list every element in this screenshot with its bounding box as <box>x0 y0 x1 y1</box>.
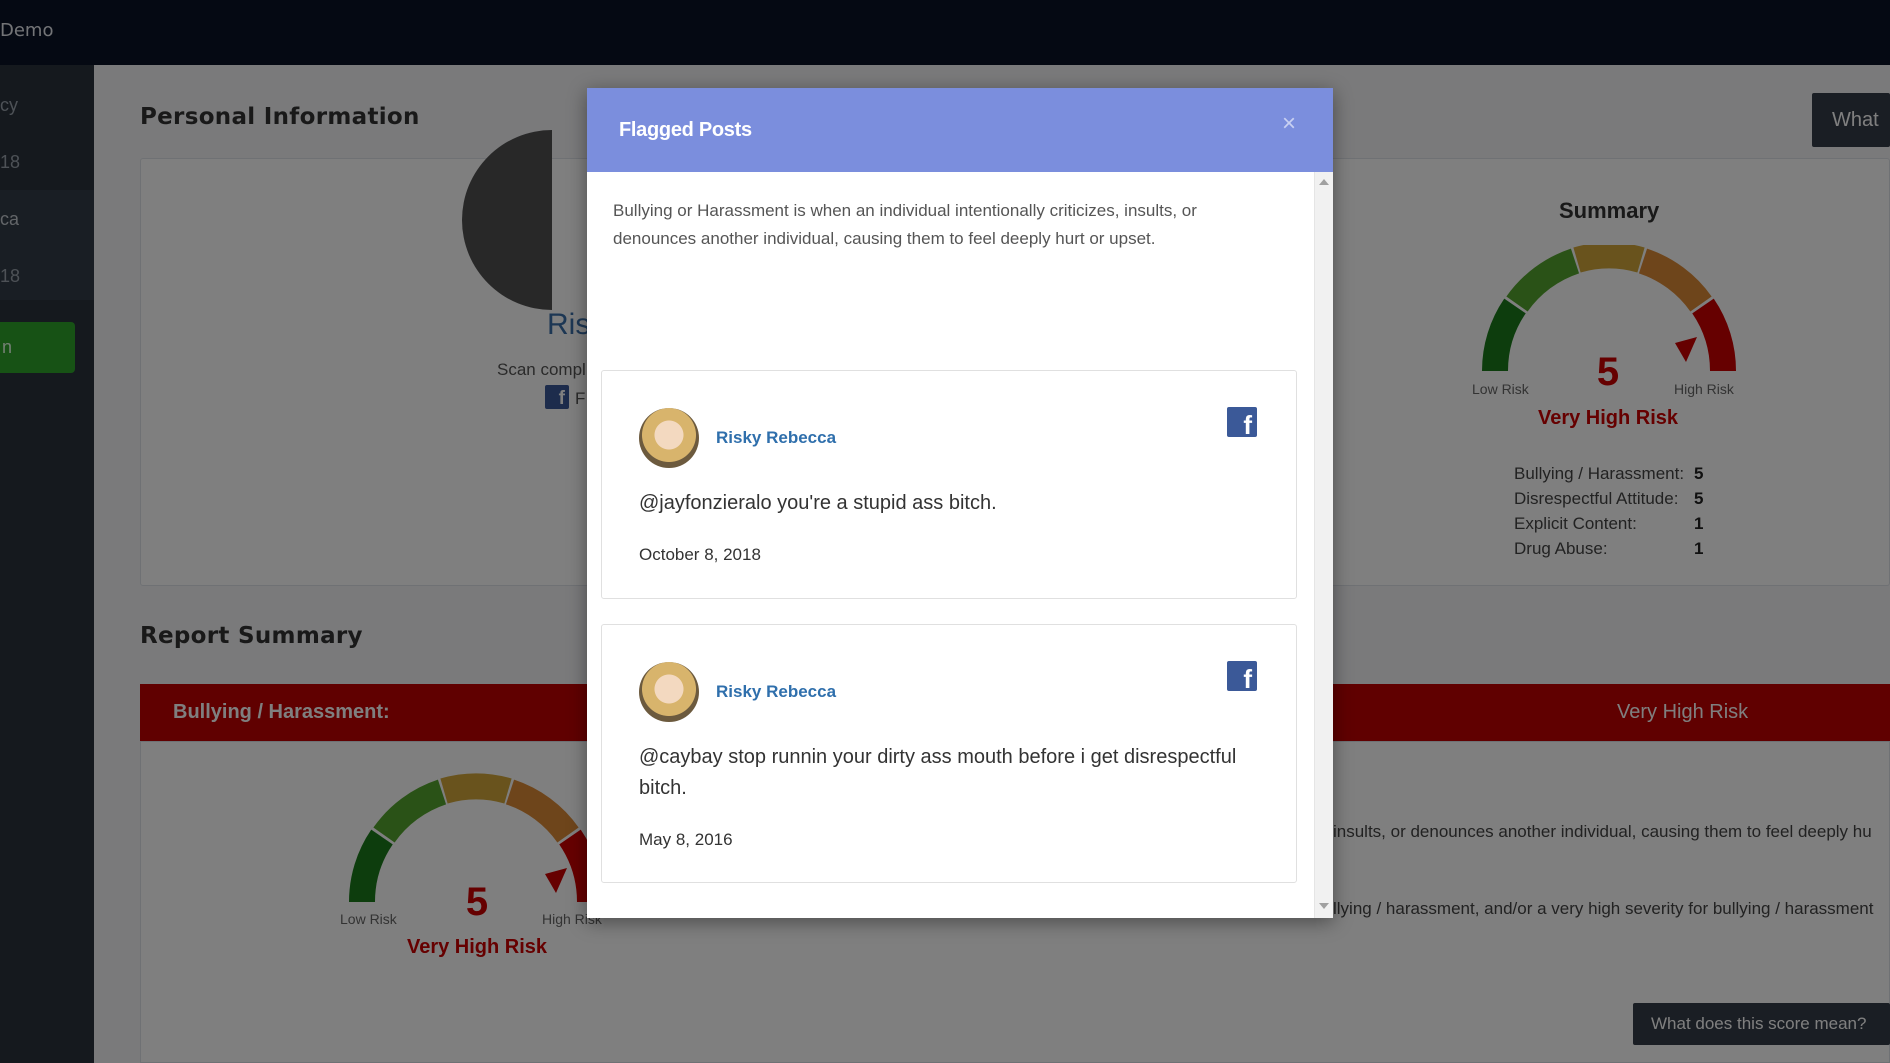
post-author[interactable]: Risky Rebecca <box>716 682 836 702</box>
modal-body[interactable]: Bullying or Harassment is when an indivi… <box>587 172 1333 918</box>
close-icon[interactable]: × <box>1282 110 1296 138</box>
facebook-icon[interactable]: f <box>1227 661 1257 691</box>
modal-scrollbar[interactable] <box>1314 172 1333 918</box>
flagged-posts-modal: Flagged Posts × Bullying or Harassment i… <box>587 88 1333 918</box>
avatar <box>639 662 699 722</box>
post-date: May 8, 2016 <box>639 830 733 849</box>
category-definition: Bullying or Harassment is when an indivi… <box>613 201 1197 248</box>
post-author[interactable]: Risky Rebecca <box>716 428 836 448</box>
modal-header: Flagged Posts × <box>587 88 1333 172</box>
modal-title: Flagged Posts <box>619 119 752 141</box>
scroll-down-arrow-icon[interactable] <box>1319 903 1329 909</box>
flagged-post: Risky Rebecca f @jayfonzieralo you're a … <box>601 370 1297 599</box>
post-text: @caybay stop runnin your dirty ass mouth… <box>639 746 1237 799</box>
avatar <box>639 408 699 468</box>
post-text: @jayfonzieralo you're a stupid ass bitch… <box>639 492 997 514</box>
flagged-post: Risky Rebecca f @caybay stop runnin your… <box>601 624 1297 883</box>
facebook-icon[interactable]: f <box>1227 407 1257 437</box>
post-date: October 8, 2018 <box>639 545 761 564</box>
scroll-up-arrow-icon[interactable] <box>1319 179 1329 185</box>
